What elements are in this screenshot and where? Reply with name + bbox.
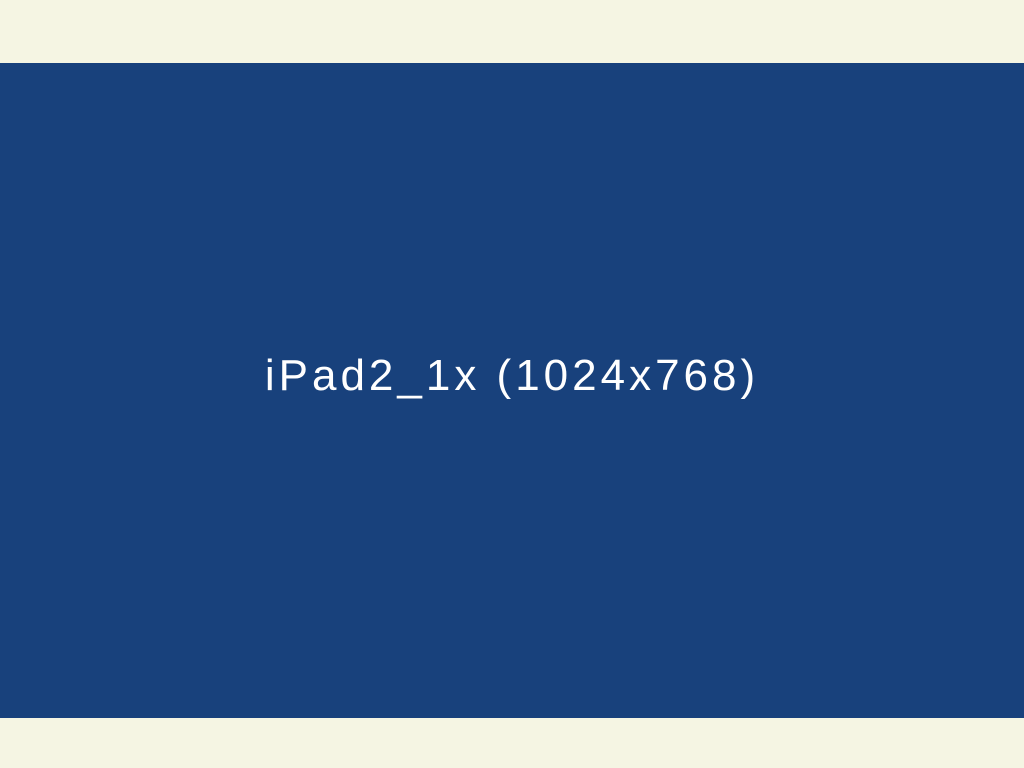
device-placeholder-panel: iPad2_1x (1024x768)	[0, 63, 1024, 718]
bottom-margin-band	[0, 718, 1024, 768]
device-size-label: iPad2_1x (1024x768)	[264, 350, 760, 400]
top-margin-band	[0, 0, 1024, 63]
